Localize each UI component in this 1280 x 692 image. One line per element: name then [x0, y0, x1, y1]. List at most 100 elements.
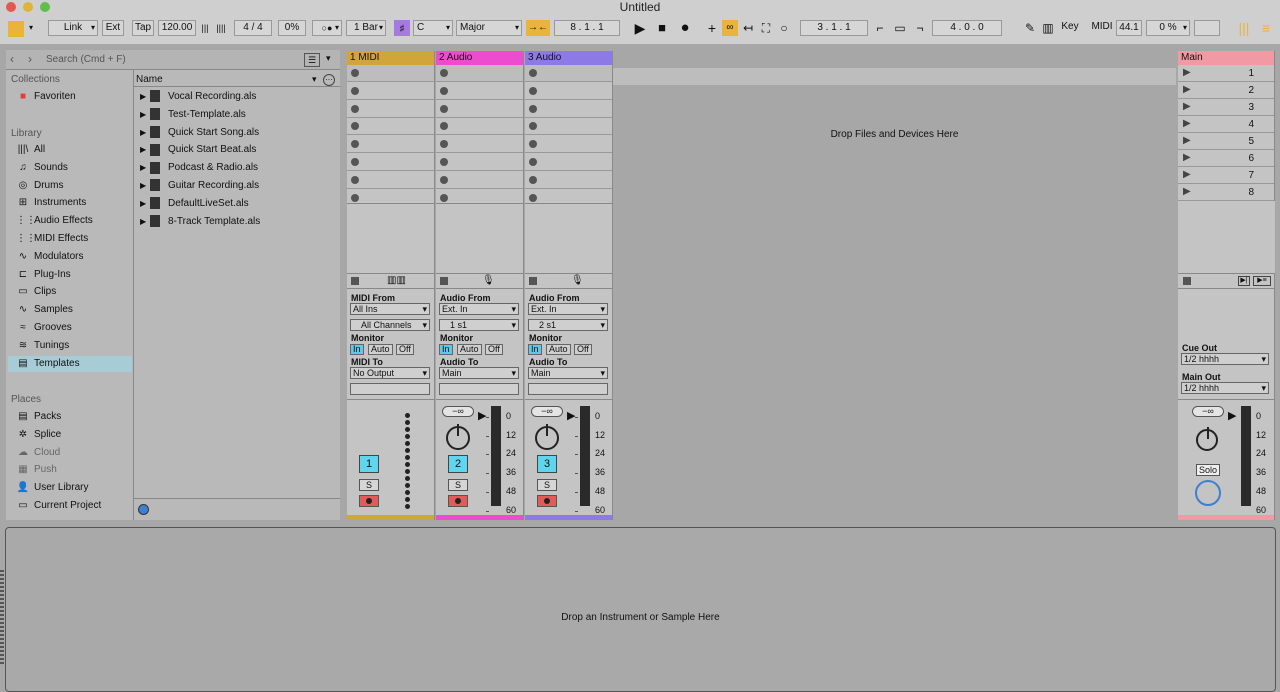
- clip-slot[interactable]: [525, 136, 612, 154]
- volume-meter[interactable]: [580, 406, 590, 506]
- output-channel-select[interactable]: [439, 383, 519, 395]
- track-activator-button[interactable]: 1: [359, 455, 379, 473]
- clip-slot[interactable]: [525, 65, 612, 82]
- list-item[interactable]: ▶ DefaultLiveSet.als: [140, 196, 249, 212]
- expand-arrow-icon[interactable]: ▶: [140, 125, 150, 141]
- clip-slot-record-icon[interactable]: [351, 158, 359, 166]
- clip-slot-record-icon[interactable]: [440, 86, 448, 95]
- input-channel-select[interactable]: 2 s1: [528, 319, 608, 331]
- quantize-menu[interactable]: 1 Bar: [346, 20, 386, 36]
- clip-slot-record-icon[interactable]: [529, 140, 537, 149]
- solo-button[interactable]: S: [537, 479, 557, 491]
- scene-launch-icon[interactable]: ▶: [1183, 186, 1191, 197]
- output-channel-select[interactable]: [528, 383, 608, 395]
- device-view-resize-handle[interactable]: [0, 570, 4, 665]
- clip-slot-record-icon[interactable]: [351, 69, 359, 77]
- scale-menu[interactable]: Major: [456, 20, 522, 36]
- monitor-in-button[interactable]: In: [439, 344, 453, 355]
- list-item[interactable]: ▶ Podcast & Radio.als: [140, 160, 258, 176]
- scene-launch-icon[interactable]: ▶: [1183, 135, 1191, 146]
- sidebar-item-favorites[interactable]: ■ Favoriten: [16, 89, 76, 105]
- sidebar-item-tunings[interactable]: ≋ Tunings: [16, 338, 131, 354]
- clip-slot[interactable]: [436, 100, 523, 118]
- input-channel-select[interactable]: 1 s1: [439, 319, 519, 331]
- clip-slot[interactable]: [347, 65, 434, 82]
- volume-arrow-icon[interactable]: ▶: [567, 409, 575, 422]
- record-icon[interactable]: ●: [677, 20, 693, 36]
- monitor-off-button[interactable]: Off: [485, 344, 503, 355]
- clip-slot[interactable]: [347, 82, 434, 100]
- forward-icon[interactable]: ›: [28, 52, 32, 66]
- monitor-off-button[interactable]: Off: [396, 344, 414, 355]
- clip-slot[interactable]: [347, 118, 434, 136]
- sidebar-item-grooves[interactable]: ≈ Grooves: [16, 320, 131, 336]
- output-select[interactable]: No Output: [350, 367, 430, 379]
- clip-slot-record-icon[interactable]: [529, 175, 537, 184]
- clip-slot-record-icon[interactable]: [529, 69, 537, 77]
- back-to-arrangement-icon[interactable]: ↤: [740, 20, 756, 36]
- clip-slot-record-icon[interactable]: [440, 122, 448, 131]
- loop-start-field[interactable]: 3 . 1 . 1: [800, 20, 868, 36]
- sidebar-item-current-project[interactable]: ▭ Current Project: [16, 498, 101, 514]
- clip-slot-record-icon[interactable]: [351, 193, 359, 202]
- nudge-up-icon[interactable]: ||||: [214, 20, 228, 36]
- expand-arrow-icon[interactable]: ▶: [140, 89, 150, 105]
- preview-icon[interactable]: [138, 504, 149, 515]
- key-menu[interactable]: C: [413, 20, 453, 36]
- punch-out-icon[interactable]: ¬: [912, 20, 928, 36]
- solo-button[interactable]: S: [448, 479, 468, 491]
- nudge-down-icon[interactable]: |||: [198, 20, 212, 36]
- solo-button[interactable]: Solo: [1196, 464, 1220, 476]
- clip-slot[interactable]: [436, 154, 523, 171]
- track-header[interactable]: 2 Audio: [436, 51, 523, 65]
- clip-slot-record-icon[interactable]: [351, 175, 359, 184]
- clip-slot-record-icon[interactable]: [529, 158, 537, 166]
- arm-button[interactable]: [359, 495, 379, 507]
- session-record-icon[interactable]: ○: [776, 20, 792, 36]
- clip-slot[interactable]: [525, 118, 612, 136]
- key-map-button[interactable]: Key: [1058, 20, 1082, 36]
- pan-knob[interactable]: [535, 424, 559, 450]
- session-view-icon[interactable]: ≡: [1258, 20, 1274, 36]
- cue-volume-knob[interactable]: [1195, 480, 1221, 506]
- scene-launch-icon[interactable]: ▶: [1183, 67, 1191, 78]
- session-drop-area[interactable]: Drop Files and Devices Here: [613, 51, 1176, 520]
- search-input[interactable]: Search (Cmd + F): [46, 53, 302, 67]
- sidebar-item-splice[interactable]: ✲ Splice: [16, 427, 61, 443]
- arrangement-view-icon[interactable]: |||: [1236, 20, 1252, 36]
- list-item[interactable]: ▶ Test-Template.als: [140, 107, 246, 123]
- clip-slot-record-icon[interactable]: [351, 104, 359, 113]
- scene-launch-icon[interactable]: ▶: [1183, 118, 1191, 129]
- stop-clip-icon[interactable]: [351, 277, 359, 285]
- loop-icon[interactable]: ▭: [892, 20, 908, 36]
- sidebar-item-packs[interactable]: ▤ Packs: [16, 409, 61, 425]
- play-icon[interactable]: ▶: [632, 20, 648, 36]
- scene-row[interactable]: ▶ 5: [1178, 133, 1274, 150]
- scene-launch-icon[interactable]: ▶: [1183, 84, 1191, 95]
- stop-icon[interactable]: ■: [655, 20, 669, 36]
- output-select[interactable]: Main: [528, 367, 608, 379]
- input-type-select[interactable]: All Ins: [350, 303, 430, 315]
- volume-arrow-icon[interactable]: ▶: [478, 409, 486, 422]
- tap-button[interactable]: Tap: [132, 20, 154, 36]
- expand-arrow-icon[interactable]: ▶: [140, 107, 150, 123]
- scene-options-icon[interactable]: ▶≡: [1253, 276, 1271, 286]
- capture-icon[interactable]: ⛶: [758, 20, 774, 36]
- solo-button[interactable]: S: [359, 479, 379, 491]
- pan-knob[interactable]: [446, 424, 470, 450]
- sidebar-item-drums[interactable]: ◎ Drums: [16, 178, 131, 194]
- clip-slot-record-icon[interactable]: [529, 122, 537, 131]
- clip-slot-record-icon[interactable]: [529, 193, 537, 202]
- clip-slot[interactable]: [525, 82, 612, 100]
- scene-row[interactable]: ▶ 7: [1178, 167, 1274, 184]
- main-volume-field[interactable]: −∞: [1192, 406, 1224, 417]
- output-select[interactable]: Main: [439, 367, 519, 379]
- clip-slot-record-icon[interactable]: [440, 104, 448, 113]
- clip-slot-record-icon[interactable]: [351, 140, 359, 149]
- tempo-field[interactable]: 120.00: [158, 20, 196, 36]
- chevron-down-icon[interactable]: ▾: [29, 20, 33, 36]
- microphone-icon[interactable]: 🎙: [571, 275, 584, 287]
- monitor-in-button[interactable]: In: [528, 344, 542, 355]
- clip-slot[interactable]: [347, 171, 434, 189]
- sidebar-item-all[interactable]: |||\ All: [16, 142, 131, 158]
